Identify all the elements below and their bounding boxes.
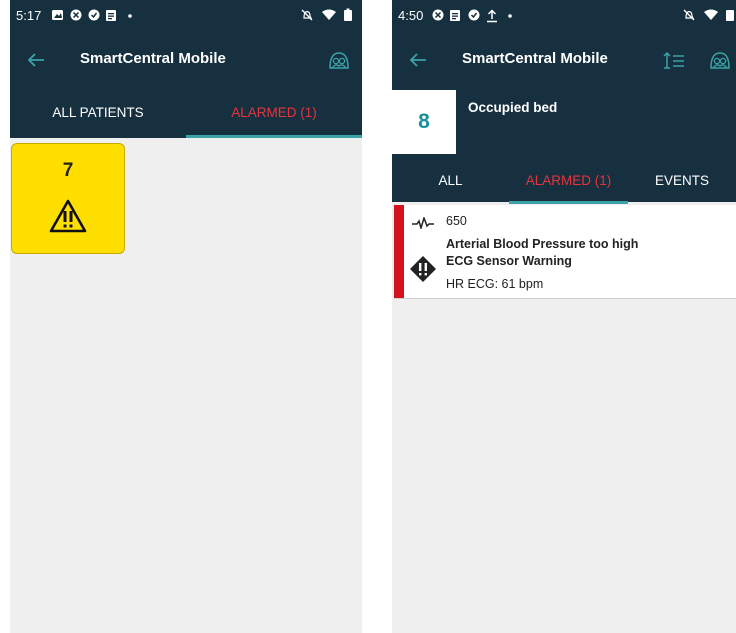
patient-id: 650 bbox=[446, 214, 467, 228]
back-arrow-icon[interactable] bbox=[406, 48, 430, 72]
patient-group-icon[interactable] bbox=[328, 50, 350, 72]
bed-number-box: 8 bbox=[392, 90, 456, 154]
alarm-card[interactable]: 650 Arterial Blood Pressure too high ECG… bbox=[394, 205, 736, 299]
tab-bar: ALL ALARMED (1) EVENTS bbox=[392, 154, 736, 204]
status-bar: 5:17 bbox=[10, 0, 362, 30]
status-bar: 4:50 bbox=[392, 0, 736, 30]
status-system-icons bbox=[301, 8, 352, 21]
tab-alarmed[interactable]: ALARMED (1) bbox=[186, 90, 362, 138]
back-arrow-icon[interactable] bbox=[24, 48, 48, 72]
bed-number: 7 bbox=[62, 160, 74, 181]
tab-indicator bbox=[186, 135, 362, 138]
warning-icon bbox=[49, 199, 87, 233]
tab-indicator bbox=[509, 201, 628, 204]
screen-all-patients: 5:17 SmartCentral Mobile ALL PATIENTS AL… bbox=[10, 0, 362, 633]
alarm-severity-stripe bbox=[394, 205, 404, 298]
sort-icon[interactable] bbox=[663, 51, 685, 71]
status-notification-icons bbox=[432, 9, 512, 23]
technical-alarm-icon bbox=[410, 256, 436, 282]
patient-group-icon[interactable] bbox=[709, 50, 731, 72]
status-system-icons bbox=[683, 9, 734, 21]
tab-alarmed-label: ALARMED (1) bbox=[525, 173, 612, 188]
alarm-message-2: ECG Sensor Warning bbox=[446, 254, 572, 268]
tab-events[interactable]: EVENTS bbox=[628, 158, 736, 203]
app-bar: SmartCentral Mobile bbox=[392, 30, 736, 90]
status-time: 4:50 bbox=[398, 8, 424, 23]
app-bar: SmartCentral Mobile bbox=[10, 30, 362, 90]
screen-bed-detail: 4:50 SmartCentral Mobile 8 Occupied bed … bbox=[392, 0, 736, 633]
vital-reading: HR ECG: 61 bpm bbox=[446, 277, 544, 291]
app-title: SmartCentral Mobile bbox=[80, 50, 226, 67]
tab-all-patients[interactable]: ALL PATIENTS bbox=[10, 90, 186, 135]
status-time: 5:17 bbox=[16, 8, 42, 23]
tab-all[interactable]: ALL bbox=[392, 158, 509, 203]
alarm-message-1: Arterial Blood Pressure too high bbox=[446, 237, 639, 251]
tab-alarmed-label: ALARMED (1) bbox=[231, 105, 317, 120]
app-title: SmartCentral Mobile bbox=[462, 50, 608, 67]
bed-number: 8 bbox=[418, 110, 430, 133]
tab-bar: ALL PATIENTS ALARMED (1) bbox=[10, 90, 362, 138]
ecg-wave-icon bbox=[412, 217, 434, 229]
bed-tile[interactable]: 7 bbox=[11, 143, 125, 254]
bed-status: Occupied bed bbox=[468, 100, 558, 115]
tab-alarmed[interactable]: ALARMED (1) bbox=[509, 158, 628, 204]
status-notification-icons bbox=[52, 9, 132, 21]
